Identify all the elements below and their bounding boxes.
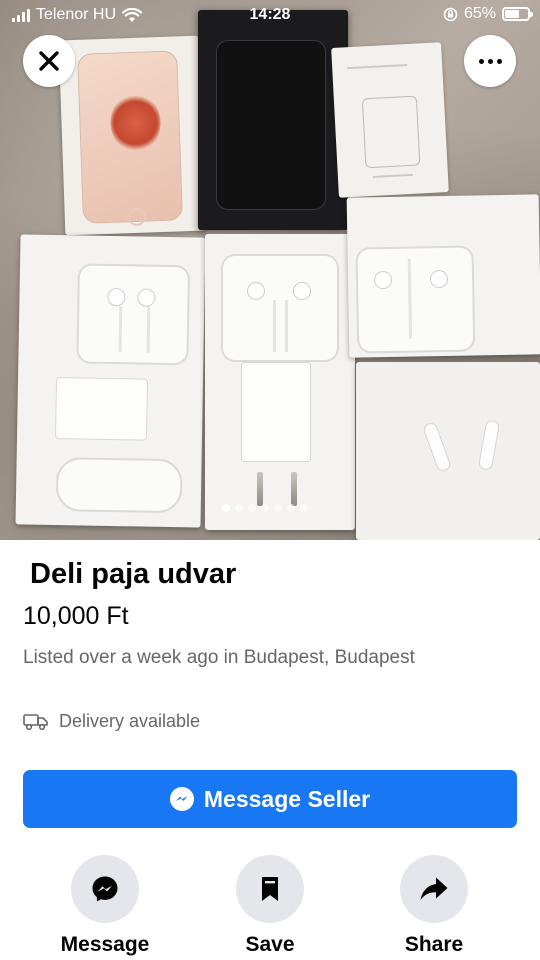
- page-dot[interactable]: [235, 504, 243, 512]
- close-icon: [39, 51, 59, 71]
- messenger-icon: [92, 876, 118, 902]
- cord: [146, 306, 151, 353]
- dot: [487, 58, 493, 64]
- share-action[interactable]: Share: [364, 855, 504, 957]
- cable-holder: [55, 457, 183, 514]
- share-action-label: Share: [404, 933, 464, 956]
- photo-pagination[interactable]: [222, 504, 308, 512]
- page-dot[interactable]: [248, 504, 256, 512]
- page-dot[interactable]: [287, 504, 295, 512]
- dot: [496, 58, 502, 64]
- save-action[interactable]: Save: [200, 855, 340, 957]
- cord: [407, 258, 413, 339]
- accessory-tray-left: [15, 234, 206, 528]
- earbud: [137, 288, 156, 307]
- plug-pin: [291, 472, 297, 506]
- delivery-info: Delivery available: [23, 711, 200, 732]
- home-button: [127, 207, 147, 227]
- page-dot[interactable]: [261, 504, 269, 512]
- close-button[interactable]: [23, 35, 75, 87]
- plug-pin: [257, 472, 263, 506]
- earbud: [293, 282, 311, 300]
- save-action-circle[interactable]: [236, 855, 304, 923]
- action-bar: Message Save Share: [0, 855, 540, 960]
- rose-gold-phone: [77, 50, 183, 227]
- cord: [118, 306, 123, 353]
- message-seller-label: Message Seller: [203, 785, 371, 812]
- page-dot[interactable]: [300, 504, 308, 512]
- more-options-button[interactable]: [464, 35, 516, 87]
- earbud: [107, 287, 126, 307]
- airpods-tray: [356, 362, 540, 540]
- orientation-lock-icon: [443, 7, 458, 21]
- message-action-label: Message: [60, 933, 150, 956]
- listing-meta: Listed over a week ago in Budapest, Buda…: [23, 647, 415, 668]
- manual-line: [372, 173, 413, 178]
- share-arrow-icon: [420, 877, 448, 900]
- earphones-case: [355, 245, 476, 354]
- earbud: [429, 269, 449, 289]
- battery-icon: [502, 7, 533, 21]
- manual-paper: [331, 42, 449, 198]
- manual-line: [347, 64, 408, 70]
- share-action-circle[interactable]: [400, 855, 468, 923]
- save-action-label: Save: [245, 933, 295, 956]
- earbud: [373, 270, 393, 290]
- message-action[interactable]: Message: [35, 855, 175, 957]
- manual-phone-drawing: [361, 95, 421, 169]
- listing-title: Deli paja udvar: [30, 558, 237, 590]
- battery-percent: 65%: [463, 5, 496, 22]
- delivery-truck-icon: [23, 713, 48, 730]
- earbud: [247, 282, 265, 300]
- rose-gold-phone-box: [58, 35, 206, 236]
- page-dot[interactable]: [222, 504, 230, 512]
- power-adapter: [54, 377, 149, 441]
- message-seller-button[interactable]: Message Seller: [23, 770, 517, 828]
- listing-photo[interactable]: [0, 0, 540, 540]
- page-dot[interactable]: [274, 504, 282, 512]
- black-phone: [216, 40, 326, 210]
- more-icon: [478, 58, 502, 64]
- earphones-case: [76, 263, 191, 366]
- messenger-icon: [169, 787, 194, 811]
- listing-price: 10,000 Ft: [23, 602, 129, 630]
- dot: [478, 58, 484, 64]
- message-action-circle[interactable]: [71, 855, 139, 923]
- bookmark-icon: [262, 877, 278, 901]
- cord: [273, 300, 276, 352]
- cord: [285, 300, 288, 352]
- airpod: [477, 419, 501, 471]
- earphones-case: [221, 254, 339, 362]
- delivery-text: Delivery available: [59, 711, 201, 731]
- accessory-tray-middle: [205, 234, 355, 530]
- airpod: [421, 421, 453, 473]
- power-adapter: [241, 362, 311, 462]
- status-bar: Telenor HU 14:28 65%: [0, 0, 540, 34]
- battery-fill: [505, 10, 520, 18]
- black-phone-box: [198, 10, 348, 230]
- flower-wallpaper: [109, 92, 162, 154]
- status-right: 65%: [443, 5, 533, 23]
- accessory-tray-right: [346, 194, 540, 358]
